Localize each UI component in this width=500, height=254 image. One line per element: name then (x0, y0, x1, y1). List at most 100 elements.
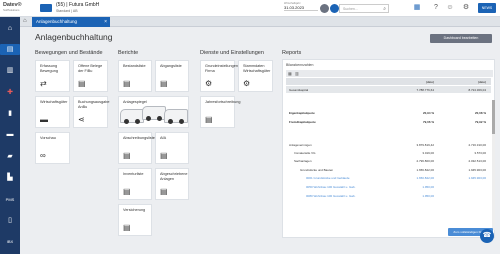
row-value: 3.879.819,42 (416, 143, 434, 147)
tile-abschreibungsliste[interactable]: Abschreibungsliste ▤ (118, 132, 155, 164)
tile-jahresfortschreibung[interactable]: Jahresfortschreibung ▤ (200, 96, 240, 128)
fiscal-date-field[interactable]: Wirtschaftsjahr 31.03.2023 (284, 2, 318, 15)
home-tab-icon[interactable]: ⌂ (23, 18, 31, 26)
document-icon: ▤ (78, 79, 86, 88)
tile-label: Wirtschaftsgüter (40, 100, 68, 104)
table-icon[interactable]: ▦ (288, 71, 292, 76)
chart-icon[interactable]: ▙ (4, 172, 16, 183)
tile-inventurliste[interactable]: Inventurliste ▤ (118, 168, 152, 200)
table-row[interactable]: Sachanlagen 2.796.800,00 2.032.513,00 (286, 157, 491, 164)
settings-icon[interactable]: ⚙ (461, 3, 471, 13)
document-icon: ▤ (205, 115, 213, 124)
tab-anlagenbuchhaltung[interactable]: Anlagenbuchhaltung × (32, 17, 110, 27)
lifebuoy-icon[interactable]: ✚ (4, 87, 16, 98)
row-value: 1.650.822,00 (416, 176, 434, 180)
scrollbar[interactable] (492, 100, 495, 230)
money-icon[interactable]: PMS (4, 194, 16, 205)
table-row[interactable]: Immaterielle VG 3.019,00 3.573,00 (286, 149, 491, 156)
tile-bestandsliste[interactable]: Bestandsliste ▤ (118, 60, 152, 92)
tile-wirtschaftsgueter[interactable]: Wirtschaftsgüter ▬ (35, 96, 70, 128)
tile-label: Vorschau (40, 136, 56, 140)
row-label: Gesamtkapital (289, 88, 309, 92)
tile-versicherung[interactable]: Versicherung ▤ (118, 204, 152, 236)
binoculars-icon: ∞ (40, 151, 46, 160)
tile-label: Grundeinstellungen Firma (205, 64, 238, 73)
document-icon[interactable]: ▯ (4, 215, 16, 226)
section-title-bewegungen: Bewegungen und Bestände (35, 50, 103, 56)
tiles-icon[interactable]: ▤ (0, 44, 20, 55)
row-value: 2.796.800,00 (416, 159, 434, 163)
search-icon[interactable]: ⌕ (383, 6, 386, 12)
van-graphic (120, 109, 144, 124)
reports-toolbar: ▦ ▥ (286, 70, 493, 77)
table-row[interactable]: Grundstücke und Bauten 1.656.822,00 1.94… (286, 166, 491, 173)
table-header: (date) (date) (286, 78, 491, 85)
sidebar: ⌂ ▤ ▥ ✚ ▮ ▬ ▰ ▙ PMS ▯ IBX (0, 17, 20, 254)
building-icon[interactable]: ▥ (4, 65, 16, 76)
transfer-icon: ⇄ (40, 79, 47, 88)
table-row[interactable]: 0050 Wohnbau 100 Gusstahl u. Gab. 1.950,… (286, 183, 491, 190)
row-value: 1.945.903,00 (468, 168, 486, 172)
client-name[interactable]: (55) | Futura GmbH (56, 2, 99, 8)
tile-grundeinstellungen[interactable]: Grundeinstellungen Firma ⚙ (200, 60, 238, 92)
edit-dashboard-button[interactable]: Dashboard bearbeiten (430, 34, 492, 43)
vehicle-icon: ▬ (40, 115, 48, 124)
tile-label: Abgeschriebene Anlagen (160, 172, 188, 181)
row-value: 7.788.776,64 (416, 88, 434, 92)
document-icon: ▤ (160, 187, 168, 196)
row-value: 20,08 % (474, 111, 486, 115)
book-icon[interactable]: ▮ (4, 108, 16, 119)
stack-icon[interactable]: IBX (4, 236, 16, 247)
top-bar: Datev® SoftSolutions (55) | Futura GmbH … (0, 0, 500, 17)
car-icon[interactable]: ▬ (4, 129, 16, 140)
page-title: Anlagenbuchhaltung (35, 32, 113, 42)
help-icon[interactable]: ? (431, 3, 441, 13)
home-icon[interactable]: ⌂ (4, 23, 16, 34)
table-row[interactable]: 0080 Wohnbau 100 Gusstahl u. Gab. 1.950,… (286, 192, 491, 199)
tile-buchungsausgabe[interactable]: Buchungsausgabe AnBu ⋖ (73, 96, 110, 128)
tile-label: Abgangsliste (160, 64, 182, 68)
tile-label: Buchungsausgabe AnBu (78, 100, 110, 109)
row-value: 8.724.309,04 (468, 88, 486, 92)
truck-icon[interactable]: ▰ (4, 151, 16, 162)
document-icon: ▤ (160, 151, 168, 160)
document-icon: ▤ (160, 79, 168, 88)
row-value: 2.716.310,00 (468, 143, 486, 147)
row-value: 3.019,00 (422, 151, 434, 155)
tile-abgeschriebene-anlagen[interactable]: Abgeschriebene Anlagen ▤ (155, 168, 189, 200)
tile-vorschau[interactable]: Vorschau ∞ (35, 132, 70, 164)
refresh-button[interactable] (320, 4, 329, 13)
chat-icon[interactable]: ☎ (480, 229, 494, 243)
tile-erfassung-bewegung[interactable]: Erfassung Bewegung ⇄ (35, 60, 70, 92)
reports-panel: Bilanzkennzahlen ▦ ▥ (date) (date) Gesam… (282, 59, 495, 238)
tab-bar: ⌂ Anlagenbuchhaltung × (20, 17, 500, 27)
tab-label: Anlagenbuchhaltung (36, 19, 78, 24)
row-label: Sachanlagen (294, 159, 312, 163)
column-header: (date) (425, 80, 434, 84)
scrollbar-thumb[interactable] (492, 100, 495, 134)
tile-afa[interactable]: AfA ▤ (155, 132, 189, 164)
close-icon[interactable]: × (104, 17, 107, 27)
tile-label: Erfassung Bewegung (40, 64, 58, 73)
date-value[interactable]: 31.03.2023 (284, 5, 318, 11)
grid-icon[interactable]: ▦ (412, 3, 422, 13)
calendar-button[interactable] (330, 4, 339, 13)
table-row: Gesamtkapital 7.788.776,64 8.724.309,04 (286, 86, 491, 93)
tile-offene-belege[interactable]: Offene Belege der FiBu ▤ (73, 60, 108, 92)
user-icon[interactable]: ☺ (445, 3, 455, 13)
van-graphic (142, 106, 166, 121)
table-row[interactable]: 0001 Grundstücke und Gebäude 1.650.822,0… (286, 174, 491, 181)
client-icon[interactable] (40, 4, 52, 12)
van-graphic (164, 109, 188, 124)
tile-abgangsliste[interactable]: Abgangsliste ▤ (155, 60, 189, 92)
document-icon: ▤ (123, 223, 131, 232)
tile-label: Stammdaten Wirtschaftsgüter (243, 64, 271, 73)
tile-stammdaten[interactable]: Stammdaten Wirtschaftsgüter ⚙ (238, 60, 273, 92)
row-value: 2.032.513,00 (468, 159, 486, 163)
chart-icon[interactable]: ▥ (295, 71, 299, 76)
tile-label: Versicherung (123, 208, 146, 212)
table-row[interactable]: Anlagevermögen 3.879.819,42 2.716.310,00 (286, 141, 491, 148)
tile-label: Bestandsliste (123, 64, 146, 68)
search-input[interactable]: Suchen... ⌕ (339, 4, 389, 13)
news-button[interactable]: NEWS (478, 3, 496, 13)
